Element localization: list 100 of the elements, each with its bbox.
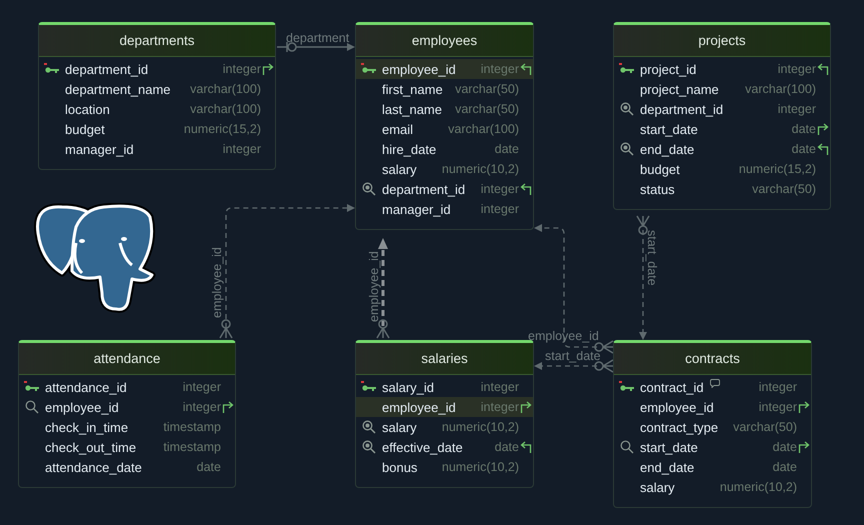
table-row[interactable]: department_name varchar(100) (39, 79, 275, 99)
column-name: attendance_id (45, 380, 127, 394)
table-row[interactable]: contract_id integer (614, 377, 811, 397)
column-name: manager_id (382, 202, 451, 216)
column-name: first_name (382, 82, 443, 96)
column-type: integer (776, 62, 816, 76)
column-type: varchar(100) (744, 82, 816, 96)
table-row[interactable]: attendance_id integer (19, 377, 235, 397)
table-row[interactable]: email varchar(100) (356, 119, 533, 139)
table-card[interactable]: departments department_id integer department_name varchar(100) location varchar(100) budget numeric(15,2) manager_id integer (38, 22, 276, 170)
table-card[interactable]: salaries salary_id integer employee_id integer salary numeric(10,2) effective_date date bonus numeric(10,2) (355, 340, 534, 488)
table-row[interactable]: salary_id integer (356, 377, 533, 397)
relationship-label: department (286, 31, 350, 45)
relationship-label: start_date (645, 230, 659, 286)
column-name: bonus (382, 460, 418, 474)
column-type: varchar(50) (454, 82, 519, 96)
column-type: integer (480, 202, 519, 216)
table-row[interactable]: end_date date (614, 139, 830, 159)
column-name: start_date (640, 440, 698, 454)
column-type: integer (480, 62, 519, 76)
relationship-label: employee_id (210, 247, 224, 318)
table-row[interactable]: budget numeric(15,2) (614, 159, 830, 179)
column-name: end_date (640, 142, 694, 156)
column-type: integer (480, 380, 519, 394)
table-row[interactable]: department_id integer (39, 59, 275, 79)
column-name: contract_id (640, 380, 704, 394)
column-name: start_date (640, 122, 698, 136)
table-card[interactable]: employees employee_id integer first_name varchar(50) last_name varchar(50) email varchar(100) hire_date date salary numeric(10,2) department_id integer manager_id integer (355, 22, 534, 230)
column-name: salary (382, 162, 417, 176)
table-card[interactable]: attendance attendance_id integer employee_id integer check_in_time timestamp check_out_time timestamp attendance_date date (18, 340, 236, 488)
column-name: department_id (65, 62, 148, 76)
table-title: projects (614, 25, 830, 57)
table-card[interactable]: contracts contract_id integer employee_id integer contract_type varchar(50) start_date date end_date date salary numeric(10,2) (613, 340, 812, 508)
column-name: end_date (640, 460, 694, 474)
column-type: date (790, 122, 816, 136)
table-row[interactable]: first_name varchar(50) (356, 79, 533, 99)
column-name: salary_id (382, 380, 434, 394)
table-row[interactable]: start_date date (614, 119, 830, 139)
column-type: date (772, 460, 797, 474)
table-row[interactable]: salary numeric(10,2) (614, 477, 811, 497)
table-row[interactable]: contract_type varchar(50) (614, 417, 811, 437)
table-row[interactable]: manager_id integer (356, 199, 533, 219)
column-name: department_name (65, 82, 171, 96)
table-row[interactable]: last_name varchar(50) (356, 99, 533, 119)
column-name: location (65, 102, 110, 116)
table-card[interactable]: projects project_id integer project_name varchar(100) department_id integer start_date date end_date date budget numeric(15,2) status varchar(50) (613, 22, 831, 210)
column-name: check_out_time (45, 440, 136, 454)
column-type: numeric(10,2) (440, 460, 519, 474)
column-type: date (494, 440, 519, 454)
highlighted-row[interactable]: employee_id integer (356, 397, 533, 417)
table-row[interactable]: employee_id integer (614, 397, 811, 417)
column-type: varchar(100) (447, 122, 519, 136)
table-row[interactable]: attendance_date date (19, 457, 235, 477)
table-row[interactable]: status varchar(50) (614, 179, 830, 199)
table-row[interactable]: salary numeric(10,2) (356, 159, 533, 179)
column-type: numeric(10,2) (440, 162, 519, 176)
table-row[interactable]: bonus numeric(10,2) (356, 457, 533, 477)
column-name: effective_date (382, 440, 463, 454)
column-type: varchar(50) (454, 102, 519, 116)
table-row[interactable]: budget numeric(15,2) (39, 119, 275, 139)
table-row[interactable]: check_out_time timestamp (19, 437, 235, 457)
column-name: hire_date (382, 142, 436, 156)
column-name: attendance_date (45, 460, 142, 474)
column-name: budget (65, 122, 105, 136)
column-type: integer (776, 102, 816, 116)
table-title: salaries (356, 343, 533, 375)
column-type: numeric(15,2) (182, 122, 261, 136)
table-row[interactable]: hire_date date (356, 139, 533, 159)
column-type: numeric(10,2) (718, 480, 797, 494)
column-type: integer (222, 142, 261, 156)
column-name: email (382, 122, 414, 136)
column-type: date (494, 142, 519, 156)
table-row[interactable]: employee_id integer (19, 397, 235, 417)
table-row[interactable]: department_id integer (356, 179, 533, 199)
column-name: employee_id (640, 400, 714, 414)
table-row[interactable]: salary numeric(10,2) (356, 417, 533, 437)
table-row[interactable]: start_date date (614, 437, 811, 457)
column-name: manager_id (65, 142, 134, 156)
column-type: integer (480, 400, 519, 414)
table-row[interactable]: department_id integer (614, 99, 830, 119)
table-row[interactable]: project_name varchar(100) (614, 79, 830, 99)
table-row[interactable]: manager_id integer (39, 139, 275, 159)
column-name: project_name (640, 82, 719, 96)
relationship-label: employee_id (367, 251, 381, 322)
table-row[interactable]: effective_date date (356, 437, 533, 457)
table-row[interactable]: location varchar(100) (39, 99, 275, 119)
table-row[interactable]: end_date date (614, 457, 811, 477)
table-title: contracts (614, 343, 811, 375)
column-type: timestamp (162, 440, 221, 454)
column-type: integer (222, 62, 261, 76)
highlighted-row[interactable]: employee_id integer (356, 59, 533, 79)
table-row[interactable]: check_in_time timestamp (19, 417, 235, 437)
table-row[interactable]: project_id integer (614, 59, 830, 79)
column-type: integer (182, 380, 221, 394)
table-title: departments (39, 25, 275, 57)
column-name: department_id (382, 182, 466, 196)
column-name: employee_id (382, 62, 456, 76)
relationship-label: start_date (545, 349, 601, 363)
table-title: attendance (19, 343, 235, 375)
column-name: last_name (382, 102, 442, 116)
